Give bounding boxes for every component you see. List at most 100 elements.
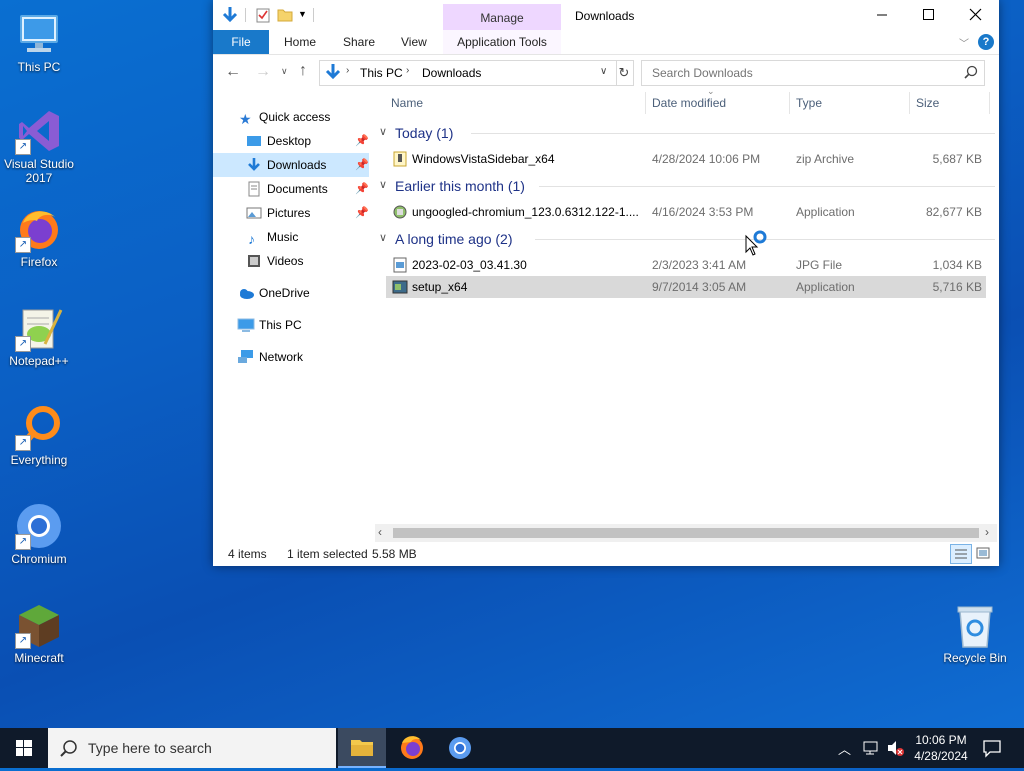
- visual-studio-icon: ↗: [15, 107, 63, 155]
- group-header-a-long-time-ago[interactable]: ∨ A long time ago (2): [379, 228, 995, 250]
- properties-icon[interactable]: [255, 7, 271, 26]
- help-icon[interactable]: ?: [978, 34, 994, 50]
- taskbar-firefox[interactable]: [388, 728, 436, 768]
- shortcut-arrow-icon: ↗: [15, 633, 31, 649]
- new-folder-icon[interactable]: [277, 7, 293, 26]
- desktop-icon-minecraft[interactable]: ↗ Minecraft: [1, 601, 77, 665]
- pictures-folder-icon: [246, 205, 262, 221]
- desktop-icon-notepadpp[interactable]: ↗ Notepad++: [1, 304, 77, 368]
- back-button[interactable]: ←: [225, 63, 241, 81]
- cloud-icon: [237, 285, 254, 301]
- breadcrumb-this-pc[interactable]: This PC: [360, 66, 403, 80]
- column-header-size[interactable]: Size: [916, 92, 939, 114]
- nav-network-label: Network: [259, 350, 304, 364]
- start-button[interactable]: [0, 728, 48, 768]
- application-file-icon: [392, 204, 408, 227]
- group-header-today[interactable]: ∨ Today (1): [379, 122, 995, 144]
- file-row[interactable]: WindowsVistaSidebar_x64 4/28/2024 10:06 …: [386, 148, 986, 170]
- volume-muted-icon[interactable]: [886, 739, 906, 760]
- status-bar: 4 items 1 item selected 5.58 MB: [213, 542, 999, 566]
- file-row[interactable]: ungoogled-chromium_123.0.6312.122-1.... …: [386, 201, 986, 223]
- taskbar-chromium[interactable]: [436, 728, 484, 768]
- file-name: WindowsVistaSidebar_x64: [412, 152, 555, 166]
- column-header-type[interactable]: Type: [796, 92, 822, 114]
- tab-share[interactable]: Share: [343, 30, 375, 54]
- nav-music[interactable]: ♪ Music: [213, 225, 369, 249]
- taskbar-file-explorer[interactable]: [338, 728, 386, 768]
- taskbar-search-placeholder: Type here to search: [88, 740, 212, 756]
- tab-application-tools[interactable]: Application Tools: [443, 30, 561, 54]
- desktop-icon-chromium[interactable]: ↗ Chromium: [1, 502, 77, 566]
- desktop-icon-recycle-bin[interactable]: Recycle Bin: [937, 601, 1013, 665]
- network-status-icon[interactable]: [862, 739, 880, 760]
- show-hidden-icons-icon[interactable]: ︿: [838, 739, 851, 758]
- pin-icon[interactable]: 📌: [355, 129, 369, 153]
- tab-file[interactable]: File: [213, 30, 269, 54]
- tab-view[interactable]: View: [401, 30, 427, 54]
- search-input[interactable]: [650, 64, 954, 82]
- maximize-button[interactable]: [905, 0, 951, 30]
- scroll-left-icon[interactable]: ‹: [378, 525, 382, 539]
- pin-icon[interactable]: 📌: [355, 153, 369, 177]
- address-dropdown-icon[interactable]: ∨: [600, 66, 607, 77]
- column-header-date-modified[interactable]: Date modified: [652, 92, 726, 114]
- clock-time[interactable]: 10:06 PM: [915, 733, 967, 747]
- refresh-button[interactable]: ↻: [615, 60, 634, 86]
- clock-date[interactable]: 4/28/2024: [909, 749, 973, 763]
- search-icon[interactable]: [964, 65, 978, 82]
- expand-ribbon-icon[interactable]: ﹀: [959, 35, 969, 50]
- nav-onedrive[interactable]: OneDrive: [213, 281, 369, 305]
- group-label: Earlier this month (1): [395, 178, 525, 194]
- file-name: ungoogled-chromium_123.0.6312.122-1....: [412, 205, 639, 219]
- file-size: 5,687 KB: [932, 152, 982, 166]
- nav-quick-access[interactable]: ★ Quick access: [213, 105, 369, 129]
- large-icons-view-icon[interactable]: [975, 545, 991, 569]
- file-row[interactable]: 2023-02-03_03.41.30 2/3/2023 3:41 AM JPG…: [386, 254, 986, 276]
- desktop-icon-firefox[interactable]: ↗ Firefox: [1, 205, 77, 269]
- group-header-earlier-this-month[interactable]: ∨ Earlier this month (1): [379, 175, 995, 197]
- pin-icon[interactable]: 📌: [355, 201, 369, 225]
- nav-downloads[interactable]: Downloads 📌: [213, 153, 369, 177]
- notifications-icon[interactable]: [982, 738, 1002, 761]
- nav-pictures[interactable]: Pictures 📌: [213, 201, 369, 225]
- desktop-icon-visual-studio[interactable]: ↗ Visual Studio 2017: [1, 107, 77, 185]
- nav-this-pc[interactable]: This PC: [213, 313, 369, 337]
- customize-toolbar-dropdown-icon[interactable]: ▼: [298, 9, 307, 19]
- downloads-location-icon: [324, 63, 342, 84]
- scroll-right-icon[interactable]: ›: [985, 525, 989, 539]
- star-icon: ★: [239, 111, 252, 127]
- tab-home[interactable]: Home: [284, 30, 316, 54]
- recycle-bin-icon: [951, 601, 999, 649]
- desktop-icon-this-pc[interactable]: This PC: [1, 10, 77, 74]
- desktop-icon-everything[interactable]: ↗ Everything: [1, 403, 77, 467]
- breadcrumb-separator-icon: ›: [406, 65, 410, 76]
- file-row-selected[interactable]: setup_x64 9/7/2014 3:05 AM Application 5…: [386, 276, 986, 298]
- nav-documents[interactable]: Documents 📌: [213, 177, 369, 201]
- scrollbar-thumb[interactable]: [393, 528, 979, 538]
- collapse-chevron-icon: ∨: [379, 232, 388, 244]
- nav-desktop[interactable]: Desktop 📌: [213, 129, 369, 153]
- file-name: 2023-02-03_03.41.30: [412, 258, 527, 272]
- search-icon: [60, 739, 78, 760]
- file-type: JPG File: [796, 258, 843, 272]
- nav-videos[interactable]: Videos: [213, 249, 369, 273]
- close-button[interactable]: [953, 0, 999, 30]
- address-bar[interactable]: › This PC › Downloads ∨: [319, 60, 617, 86]
- file-date: 2/3/2023 3:41 AM: [652, 258, 747, 272]
- pin-icon[interactable]: 📌: [355, 177, 369, 201]
- column-header-name[interactable]: Name: [391, 92, 423, 114]
- search-box[interactable]: [641, 60, 985, 86]
- up-button[interactable]: ↑: [299, 62, 307, 80]
- details-view-icon[interactable]: [950, 544, 972, 564]
- taskbar-search-box[interactable]: Type here to search: [48, 728, 336, 768]
- horizontal-scrollbar[interactable]: ‹ ›: [375, 524, 997, 542]
- recent-locations-icon[interactable]: ∨: [281, 66, 288, 77]
- desktop-icon-label: Notepad++: [9, 354, 69, 368]
- minimize-button[interactable]: [859, 0, 905, 30]
- firefox-icon: ↗: [15, 205, 63, 253]
- breadcrumb-downloads[interactable]: Downloads: [422, 66, 481, 80]
- desktop-icon-label: Visual Studio 2017: [4, 157, 74, 185]
- forward-button[interactable]: →: [255, 63, 271, 81]
- file-size: 1,034 KB: [932, 258, 982, 272]
- nav-network[interactable]: Network: [213, 345, 369, 369]
